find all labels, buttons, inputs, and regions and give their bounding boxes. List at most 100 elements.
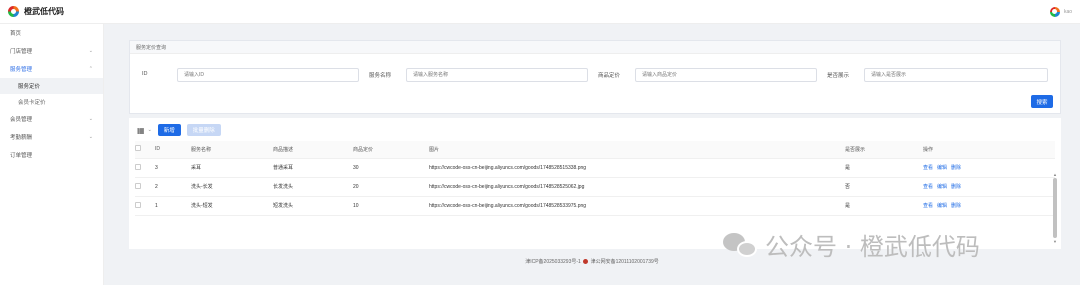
cell-show: 是 [845, 196, 923, 216]
cell-image: https://cwcode-oss-cn-beijing.aliyuncs.c… [429, 158, 845, 178]
column-header: 商品定价 [353, 141, 429, 159]
id-input[interactable] [177, 68, 359, 82]
service-name-label: 服务名称 [369, 73, 392, 79]
chevron-down-icon: ⌄ [88, 116, 93, 122]
column-header: 商品描述 [273, 141, 353, 159]
sidebar-item-label: 服务定价 [18, 84, 41, 90]
scroll-down-icon[interactable]: ▼ [1053, 239, 1057, 244]
edit-link[interactable]: 编辑 [937, 184, 947, 190]
add-button[interactable]: 新增 [157, 124, 181, 136]
table-row: 3 采耳 普通采耳 30 https://cwcode-oss-cn-beiji… [135, 158, 1055, 178]
user-name: kao [1063, 8, 1072, 15]
sidebar-subitem-card-pricing[interactable]: 会员卡定价 [0, 94, 103, 110]
sidebar-item-orders[interactable]: 订单管理 [0, 146, 103, 164]
select-all-cell[interactable] [135, 141, 155, 159]
delete-link[interactable]: 删除 [951, 203, 961, 209]
column-header: 图片 [429, 141, 845, 159]
cell-ops: 查看 编辑 删除 [923, 177, 1055, 197]
sidebar-item-label: 服务管理 [10, 67, 33, 73]
cell-show: 是 [845, 158, 923, 178]
price-label: 商品定价 [598, 73, 621, 79]
scroll-up-icon[interactable]: ▲ [1053, 172, 1057, 177]
table-row: 1 洗头-短发 短发洗头 10 https://cwcode-oss-cn-be… [135, 196, 1055, 216]
cell-image: https://cwcode-oss-cn-beijing.aliyuncs.c… [429, 177, 845, 197]
price-input[interactable] [635, 68, 817, 82]
chevron-down-icon: ⌄ [88, 48, 93, 54]
column-header: 服务名称 [191, 141, 273, 159]
icp-link[interactable]: 津ICP备2025033293号-1 [525, 259, 581, 265]
edit-link[interactable]: 编辑 [937, 203, 947, 209]
checkbox[interactable] [135, 201, 141, 208]
cell-desc: 短发洗头 [273, 196, 353, 216]
sidebar-item-label: 订单管理 [10, 153, 33, 159]
sidebar-item-label: 会员管理 [10, 117, 33, 123]
sidebar-item-stores[interactable]: 门店管理 ⌄ [0, 42, 103, 60]
chevron-down-icon: ⌄ [88, 134, 93, 140]
table-header-row: ID 服务名称 商品描述 商品定价 图片 是否展示 操作 [135, 141, 1055, 159]
id-label: ID [142, 71, 148, 77]
user-menu[interactable]: kao [1049, 6, 1072, 17]
checkbox[interactable] [135, 182, 141, 189]
wechat-icon [723, 231, 759, 259]
show-input[interactable] [864, 68, 1048, 82]
chevron-down-icon[interactable]: ⌄ [148, 127, 152, 133]
search-button[interactable]: 搜索 [1031, 95, 1053, 108]
table-scrollbar[interactable] [1053, 178, 1057, 238]
view-link[interactable]: 查看 [923, 203, 933, 209]
pricing-table: ID 服务名称 商品描述 商品定价 图片 是否展示 操作 3 采耳 普通采耳 3… [135, 141, 1055, 216]
sidebar-item-members[interactable]: 会员管理 ⌄ [0, 110, 103, 128]
column-header: 是否展示 [845, 141, 923, 159]
cell-show: 否 [845, 177, 923, 197]
top-bar: 橙武低代码 kao [0, 0, 1080, 24]
row-select-cell[interactable] [135, 196, 155, 216]
sidebar-item-label: 门店管理 [10, 49, 33, 55]
table-row: 2 洗头-长发 长发洗头 20 https://cwcode-oss-cn-be… [135, 177, 1055, 197]
cell-name: 洗头-长发 [191, 177, 273, 197]
show-label: 是否展示 [827, 73, 850, 79]
batch-delete-button[interactable]: 批量删除 [186, 124, 221, 136]
search-panel-title: 服务定价查询 [130, 41, 1060, 54]
search-form: ID 服务名称 商品定价 是否展示 [130, 68, 1060, 82]
sidebar-subitem-service-pricing[interactable]: 服务定价 [0, 78, 103, 94]
sidebar-item-label: 考勤薪酬 [10, 135, 33, 141]
cell-ops: 查看 编辑 删除 [923, 196, 1055, 216]
column-header: ID [155, 141, 191, 159]
cell-id: 2 [155, 177, 191, 197]
column-header: 操作 [923, 141, 1055, 159]
view-link[interactable]: 查看 [923, 165, 933, 171]
service-name-input[interactable] [406, 68, 588, 82]
cell-name: 采耳 [191, 158, 273, 178]
checkbox[interactable] [135, 163, 141, 170]
cell-desc: 长发洗头 [273, 177, 353, 197]
cell-desc: 普通采耳 [273, 158, 353, 178]
row-select-cell[interactable] [135, 177, 155, 197]
app-name: 橙武低代码 [24, 7, 64, 16]
cell-price: 10 [353, 196, 429, 216]
sidebar-item-services[interactable]: 服务管理 ⌃ [0, 60, 103, 78]
checkbox[interactable] [135, 145, 141, 152]
cell-ops: 查看 编辑 删除 [923, 158, 1055, 178]
cell-price: 30 [353, 158, 429, 178]
brand[interactable]: 橙武低代码 [8, 6, 64, 17]
cell-image: https://cwcode-oss-cn-beijing.aliyuncs.c… [429, 196, 845, 216]
chevron-up-icon: ⌃ [88, 66, 93, 72]
delete-link[interactable]: 删除 [951, 165, 961, 171]
police-record-link[interactable]: 津公网安备12011102001739号 [591, 259, 659, 265]
view-link[interactable]: 查看 [923, 184, 933, 190]
edit-link[interactable]: 编辑 [937, 165, 947, 171]
app-logo-icon [8, 6, 19, 17]
grid-view-icon[interactable]: ▦ [137, 126, 145, 135]
cell-name: 洗头-短发 [191, 196, 273, 216]
user-avatar-icon [1049, 6, 1060, 17]
sidebar-item-label: 首页 [10, 31, 22, 37]
row-select-cell[interactable] [135, 158, 155, 178]
watermark: 公众号 · 橙武低代码 [723, 227, 980, 262]
delete-link[interactable]: 删除 [951, 184, 961, 190]
cell-id: 1 [155, 196, 191, 216]
sidebar-item-attendance[interactable]: 考勤薪酬 ⌄ [0, 128, 103, 146]
watermark-text: 公众号 · 橙武低代码 [765, 233, 980, 261]
cell-price: 20 [353, 177, 429, 197]
sidebar-item-home[interactable]: 首页 [0, 24, 103, 42]
police-badge-icon [583, 259, 589, 265]
table-toolbar: ▦ ⌄ 新增 批量删除 [137, 124, 221, 136]
